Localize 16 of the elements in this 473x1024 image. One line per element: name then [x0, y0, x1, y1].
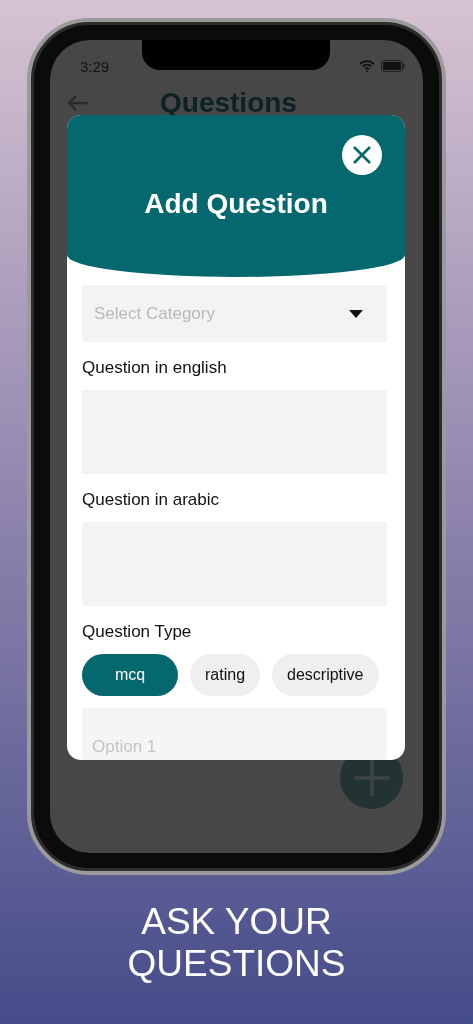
page-title: Questions: [160, 87, 297, 119]
dropdown-caret-icon: [349, 309, 363, 318]
close-icon: [352, 145, 372, 165]
type-chip[interactable]: descriptive: [272, 654, 379, 696]
wifi-icon: [359, 60, 375, 72]
modal-title: Add Question: [144, 188, 328, 220]
close-button[interactable]: [342, 135, 382, 175]
plus-icon: [351, 757, 392, 798]
field-label: Question in english: [82, 358, 228, 378]
back-arrow-icon[interactable]: [66, 94, 90, 112]
field-label: Question in arabic: [82, 490, 221, 510]
type-chip[interactable]: rating: [190, 654, 261, 696]
battery-icon: [381, 60, 405, 72]
caption: ASK YOUR QUESTIONS: [126, 901, 347, 985]
field-label: Question Type: [82, 622, 193, 642]
type-chip[interactable]: mcq: [82, 654, 178, 696]
